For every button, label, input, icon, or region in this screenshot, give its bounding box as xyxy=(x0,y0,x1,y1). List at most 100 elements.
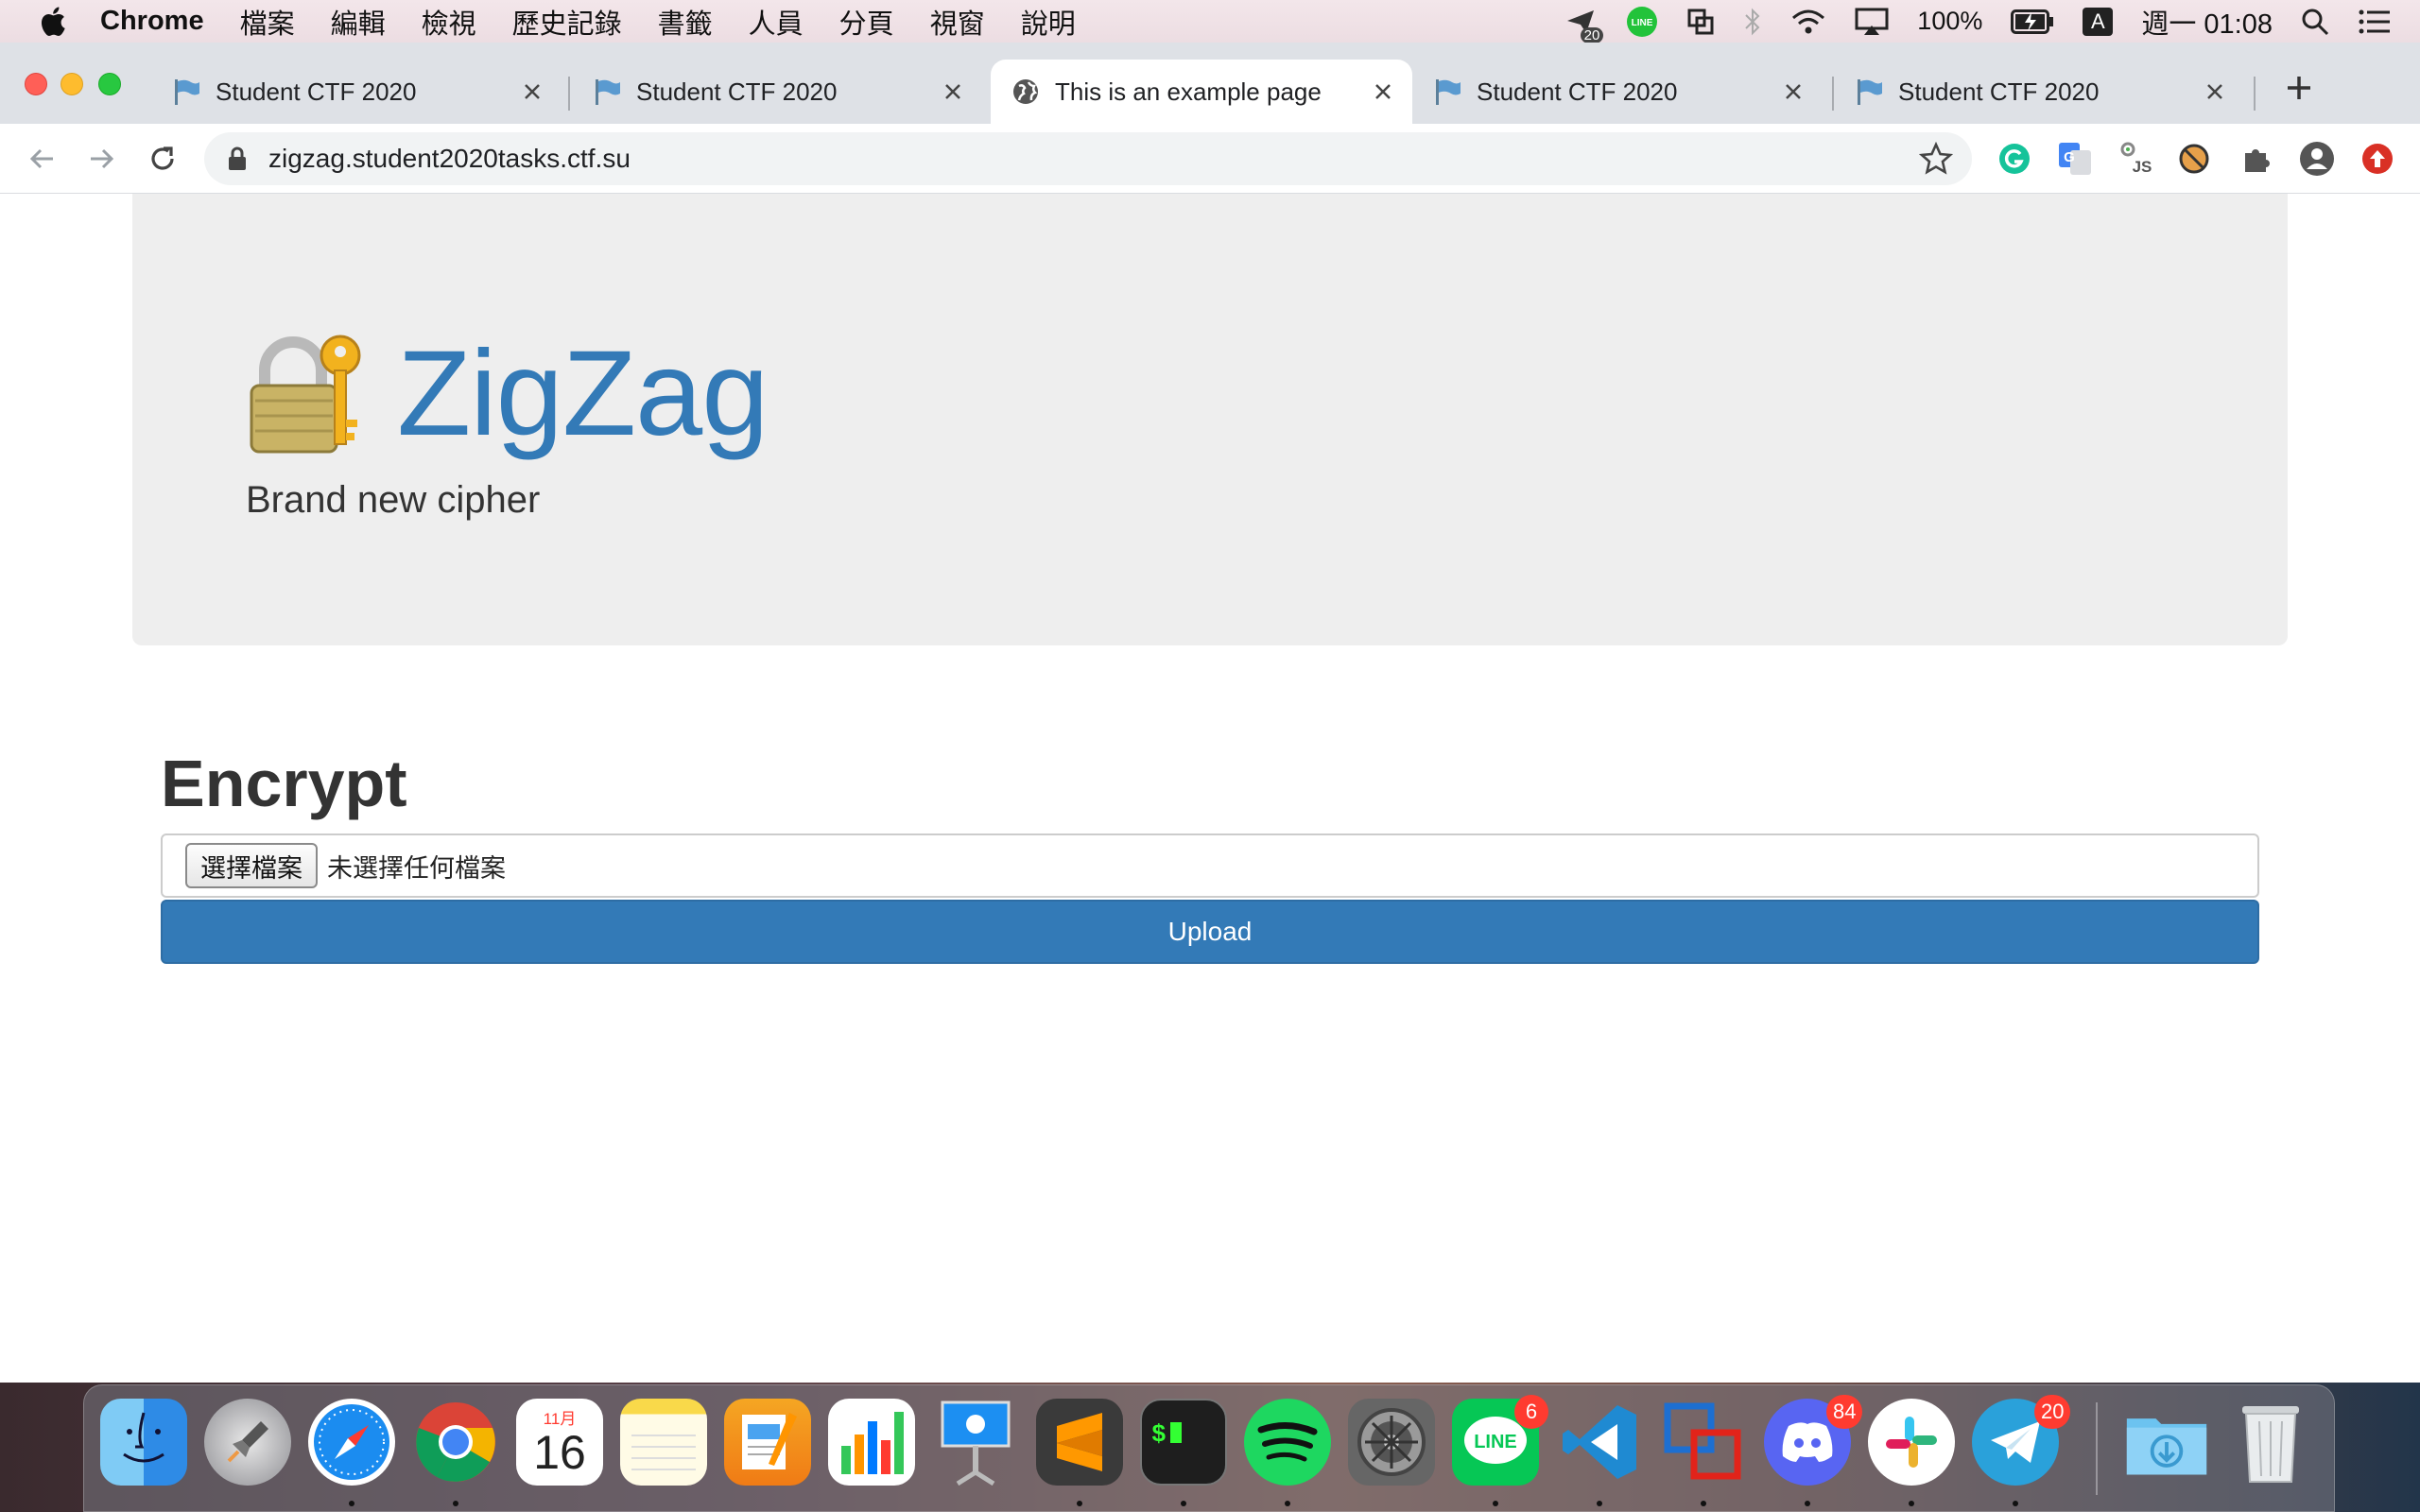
menu-tab[interactable]: 分頁 xyxy=(839,2,894,42)
dock-separator xyxy=(2096,1402,2098,1495)
chrome-icon[interactable] xyxy=(412,1399,499,1486)
menu-file[interactable]: 檔案 xyxy=(240,2,295,42)
vmware-icon[interactable] xyxy=(1660,1399,1747,1486)
input-source-indicator[interactable]: A xyxy=(2083,7,2114,36)
zoom-window-button[interactable] xyxy=(98,73,121,95)
tab-separator xyxy=(2254,77,2256,111)
menu-edit[interactable]: 編輯 xyxy=(331,2,386,42)
tab-title: Student CTF 2020 xyxy=(636,77,838,106)
grammarly-icon[interactable] xyxy=(1995,139,2034,179)
google-translate-icon[interactable]: G xyxy=(2055,139,2095,179)
close-tab-icon[interactable] xyxy=(1369,77,1397,106)
running-indicator xyxy=(1805,1501,1810,1506)
line-status-icon[interactable]: LINE xyxy=(1626,6,1658,38)
system-preferences-icon[interactable] xyxy=(1348,1399,1435,1486)
back-button[interactable] xyxy=(21,138,62,180)
js-icon[interactable]: JS xyxy=(2116,139,2155,179)
browser-tab[interactable]: Student CTF 2020 xyxy=(151,60,562,124)
svg-text:JS: JS xyxy=(2133,158,2152,176)
notification-center-icon[interactable] xyxy=(2358,9,2392,35)
flag-icon xyxy=(175,79,199,105)
vscode-icon[interactable] xyxy=(1556,1399,1643,1486)
menu-bookmarks[interactable]: 書籤 xyxy=(658,2,713,42)
launchpad-icon[interactable] xyxy=(204,1399,291,1486)
wifi-icon[interactable] xyxy=(1790,8,1826,36)
spotlight-search-icon[interactable] xyxy=(2301,8,2329,36)
menu-help[interactable]: 說明 xyxy=(1021,2,1076,42)
svg-text:LINE: LINE xyxy=(1632,18,1653,28)
file-status-text: 未選擇任何檔案 xyxy=(327,853,506,883)
new-tab-button[interactable] xyxy=(2280,69,2318,107)
airplay-icon[interactable] xyxy=(1855,8,1889,36)
browser-tab[interactable]: Student CTF 2020 xyxy=(1412,60,1823,124)
menu-app-name[interactable]: Chrome xyxy=(100,6,204,37)
menu-window[interactable]: 視窗 xyxy=(930,2,985,42)
choose-file-button[interactable]: 選擇檔案 xyxy=(185,843,318,888)
browser-tab[interactable]: Student CTF 2020 xyxy=(1834,60,2244,124)
web-page: ZigZag Brand new cipher Encrypt 選擇檔案 未選擇… xyxy=(0,194,2420,1383)
menu-history[interactable]: 歷史記錄 xyxy=(512,2,622,42)
browser-tab[interactable]: Student CTF 2020 xyxy=(572,60,982,124)
calendar-day: 16 xyxy=(533,1425,586,1479)
running-indicator xyxy=(1181,1501,1186,1506)
trash-icon[interactable] xyxy=(2227,1399,2314,1486)
brand-title: ZigZag xyxy=(397,326,769,461)
plus-icon xyxy=(2288,77,2310,99)
notification-badge: 20 xyxy=(2034,1395,2071,1429)
blocker-icon[interactable] xyxy=(2174,139,2214,179)
running-indicator xyxy=(1077,1501,1082,1506)
terminal-icon[interactable]: $ xyxy=(1140,1399,1227,1486)
lock-icon[interactable] xyxy=(227,146,248,171)
upload-button[interactable]: Upload xyxy=(161,900,2259,964)
profile-icon[interactable] xyxy=(2297,139,2337,179)
keynote-icon[interactable] xyxy=(932,1399,1019,1486)
running-indicator xyxy=(1285,1501,1290,1506)
address-bar[interactable]: zigzag.student2020tasks.ctf.su xyxy=(204,132,1972,185)
send-status-icon[interactable]: 20 xyxy=(1565,8,1604,43)
close-tab-icon[interactable] xyxy=(1779,77,1807,106)
battery-percent: 100% xyxy=(1917,7,1983,35)
running-indicator xyxy=(349,1501,354,1506)
calendar-icon[interactable]: 11月 16 xyxy=(516,1399,603,1486)
apple-icon[interactable] xyxy=(38,5,72,39)
arrow-right-icon xyxy=(91,148,114,169)
close-tab-icon[interactable] xyxy=(939,77,967,106)
finder-icon[interactable] xyxy=(100,1399,187,1486)
menu-people[interactable]: 人員 xyxy=(749,2,804,42)
battery-icon[interactable] xyxy=(2011,9,2054,34)
running-indicator xyxy=(1493,1501,1498,1506)
macos-menu-bar: Chrome 檔案 編輯 檢視 歷史記錄 書籤 人員 分頁 視窗 說明 20 L… xyxy=(0,0,2420,43)
close-tab-icon[interactable] xyxy=(2201,77,2229,106)
bluetooth-icon[interactable] xyxy=(1743,7,1762,37)
downloads-folder-icon[interactable] xyxy=(2123,1399,2210,1486)
close-tab-icon[interactable] xyxy=(518,77,546,106)
puzzle-icon[interactable] xyxy=(2237,139,2276,179)
notification-count: 20 xyxy=(1580,26,1604,43)
bookmark-star-icon[interactable] xyxy=(1919,142,1953,176)
menu-view[interactable]: 檢視 xyxy=(422,2,476,42)
running-indicator xyxy=(453,1501,458,1506)
file-input[interactable]: 選擇檔案 未選擇任何檔案 xyxy=(161,833,2259,898)
slack-icon[interactable] xyxy=(1868,1399,1955,1486)
arrow-left-icon xyxy=(29,148,53,169)
calendar-month: 11月 xyxy=(543,1409,577,1428)
numbers-icon[interactable] xyxy=(828,1399,915,1486)
notes-icon[interactable] xyxy=(620,1399,707,1486)
pages-icon[interactable] xyxy=(724,1399,811,1486)
update-icon[interactable] xyxy=(2358,139,2397,179)
svg-text:G: G xyxy=(2064,149,2075,165)
sublime-text-icon[interactable] xyxy=(1036,1399,1123,1486)
minimize-window-button[interactable] xyxy=(60,73,83,95)
menu-clock[interactable]: 週一 01:08 xyxy=(2141,2,2273,42)
forward-button[interactable] xyxy=(81,138,123,180)
browser-tab-active[interactable]: This is an example page xyxy=(991,60,1412,124)
safari-icon[interactable] xyxy=(308,1399,395,1486)
spotify-icon[interactable] xyxy=(1244,1399,1331,1486)
reload-icon xyxy=(151,146,174,170)
brand-header: ZigZag xyxy=(244,324,769,463)
notification-badge: 84 xyxy=(1826,1395,1863,1429)
close-window-button[interactable] xyxy=(25,73,47,95)
screen-share-icon[interactable] xyxy=(1686,8,1715,36)
reload-button[interactable] xyxy=(142,138,183,180)
url-text[interactable]: zigzag.student2020tasks.ctf.su xyxy=(268,144,1919,174)
